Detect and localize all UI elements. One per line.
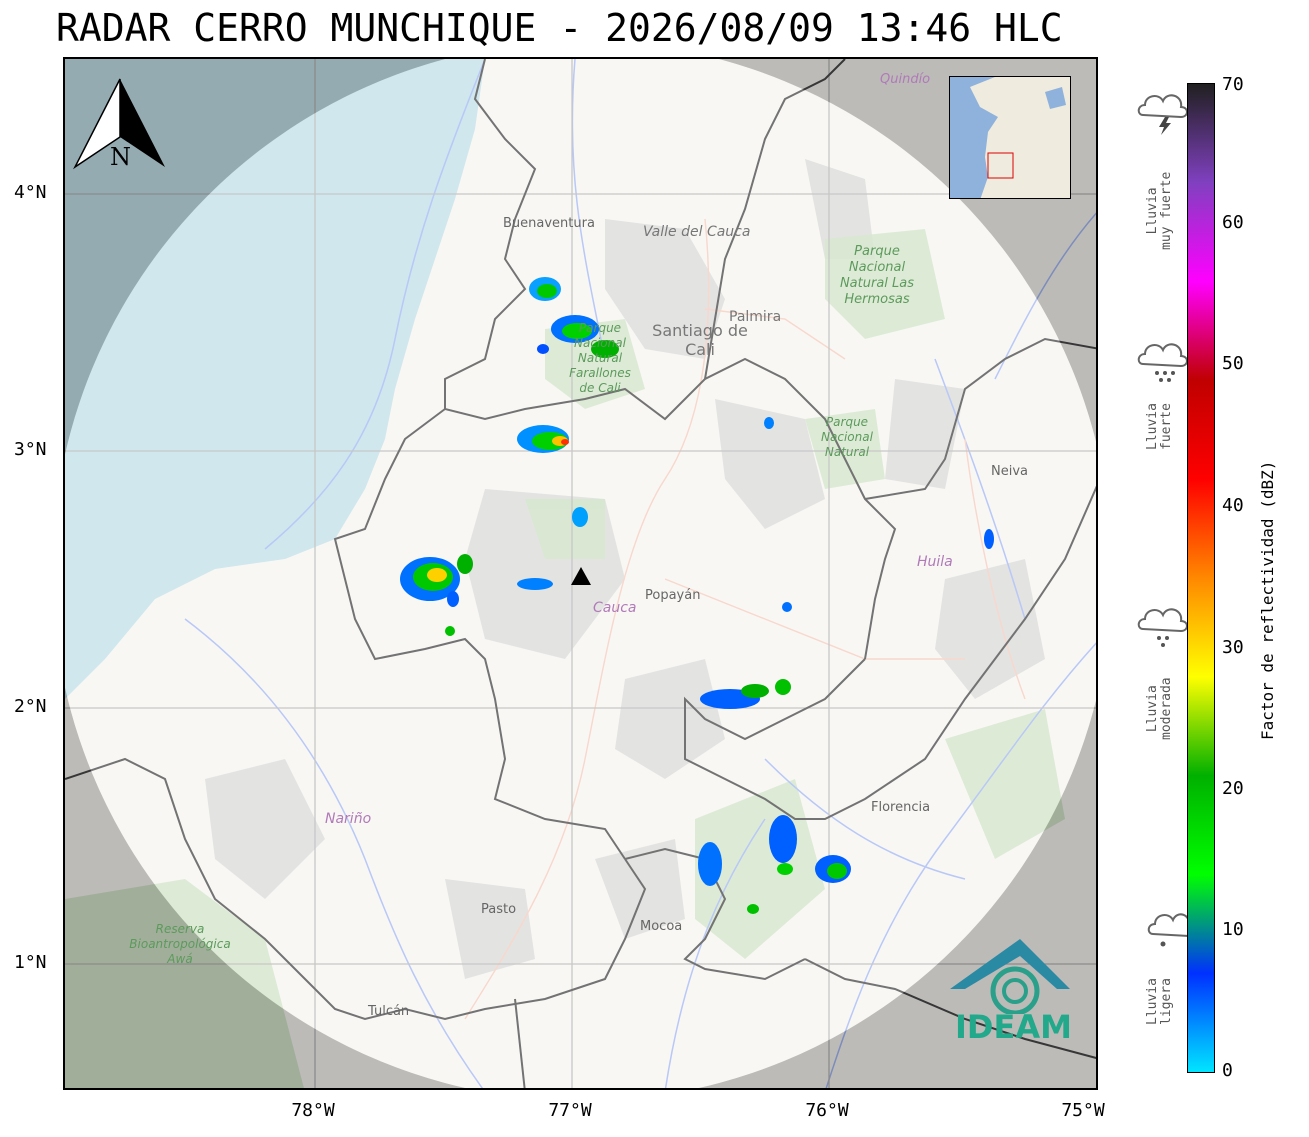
colorbar-tick-0: 0 bbox=[1222, 1060, 1233, 1081]
place-popayan: Popayán bbox=[645, 588, 701, 603]
moderate-rain-cloud-icon bbox=[1137, 608, 1188, 647]
lat-tick-4: 4°N bbox=[14, 182, 47, 203]
colorbar-tick-20: 20 bbox=[1222, 778, 1244, 799]
colorbar-tick-70: 70 bbox=[1222, 74, 1244, 95]
north-arrow-label: N bbox=[110, 143, 131, 171]
light-rain-cloud-icon bbox=[1147, 913, 1195, 947]
place-quindio: Quindío bbox=[880, 72, 931, 87]
radar-map[interactable]: N Buenaventura Valle del Cauca Palmira S… bbox=[63, 57, 1098, 1090]
place-pasto: Pasto bbox=[481, 902, 517, 917]
colorbar-gradient bbox=[1188, 84, 1214, 1072]
lon-tick-75: 75°W bbox=[1061, 1100, 1105, 1121]
rain-category-light bbox=[1135, 910, 1195, 954]
place-farallones: Parque Nacional Natural Farallones de Ca… bbox=[569, 321, 631, 395]
place-purace: Parque Nacional Natural bbox=[821, 415, 873, 459]
colorbar-tick-50: 50 bbox=[1222, 353, 1244, 374]
lon-tick-76: 76°W bbox=[805, 1100, 849, 1121]
rain-category-very-heavy bbox=[1135, 87, 1195, 141]
place-buenaventura: Buenaventura bbox=[503, 216, 595, 231]
colorbar-tick-10: 10 bbox=[1222, 919, 1244, 940]
lat-tick-3: 3°N bbox=[14, 439, 47, 460]
inset-locator-map bbox=[949, 76, 1071, 199]
lon-tick-77: 77°W bbox=[548, 1100, 592, 1121]
map-title: RADAR CERRO MUNCHIQUE - 2026/08/09 13:46… bbox=[56, 6, 1063, 50]
place-awa: Reserva Bioantropológica Awá bbox=[129, 922, 231, 966]
rain-category-moderate bbox=[1135, 603, 1195, 652]
rain-category-heavy bbox=[1135, 338, 1195, 387]
rain-label-moderate: Lluvia moderada bbox=[1145, 677, 1174, 740]
place-florencia: Florencia bbox=[871, 800, 931, 815]
storm-cloud-icon bbox=[1137, 94, 1188, 135]
place-huila: Huila bbox=[917, 554, 953, 570]
lon-tick-78: 78°W bbox=[291, 1100, 335, 1121]
place-tulcan: Tulcán bbox=[368, 1004, 410, 1019]
lat-tick-1: 1°N bbox=[14, 952, 47, 973]
ideam-logo: IDEAM bbox=[945, 934, 1075, 1046]
place-hermosas: Parque Nacional Natural Las Hermosas bbox=[839, 244, 915, 307]
ideam-logo-text: IDEAM bbox=[955, 1008, 1072, 1046]
rain-label-heavy: Lluvia fuerte bbox=[1145, 403, 1174, 450]
rain-label-very-heavy: Lluvia muy fuerte bbox=[1145, 171, 1174, 250]
place-cauca: Cauca bbox=[593, 600, 637, 616]
place-narino: Nariño bbox=[325, 811, 372, 827]
colorbar-tick-30: 30 bbox=[1222, 637, 1244, 658]
lat-tick-2: 2°N bbox=[14, 696, 47, 717]
colorbar-tick-60: 60 bbox=[1222, 212, 1244, 233]
place-neiva: Neiva bbox=[991, 464, 1028, 479]
heavy-rain-cloud-icon bbox=[1137, 343, 1188, 382]
echo-cluster-center bbox=[517, 425, 569, 453]
colorbar-label: Factor de reflectividad (dBZ) bbox=[1258, 460, 1277, 740]
place-mocoa: Mocoa bbox=[640, 919, 683, 934]
place-valle: Valle del Cauca bbox=[643, 224, 751, 240]
place-cali: Santiago de Cali bbox=[652, 321, 748, 359]
rain-label-light: Lluvia ligera bbox=[1145, 978, 1174, 1025]
reflectivity-colorbar bbox=[1187, 83, 1215, 1073]
colorbar-tick-40: 40 bbox=[1222, 495, 1244, 516]
